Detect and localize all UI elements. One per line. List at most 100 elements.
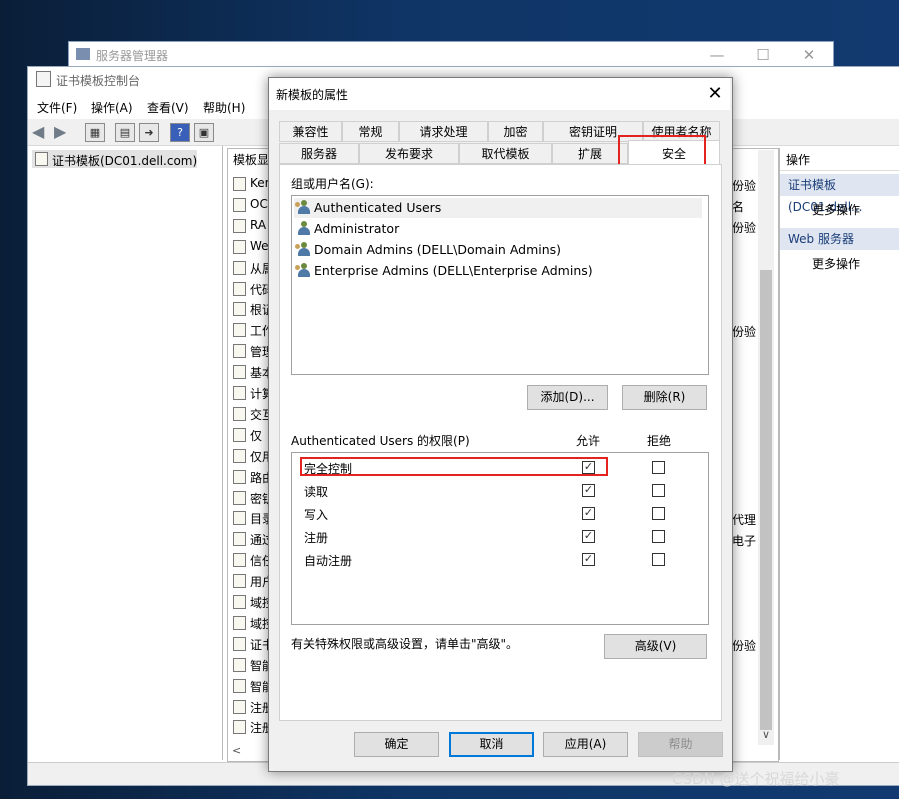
template-icon <box>233 239 246 254</box>
menu-help[interactable]: 帮助(H) <box>203 99 245 116</box>
tab-request-handling[interactable]: 请求处理 <box>399 121 488 142</box>
template-icon <box>233 218 246 233</box>
template-purpose-cell: 名 <box>732 199 745 214</box>
template-icon <box>233 490 246 505</box>
forward-arrow-icon[interactable]: ▶ <box>54 122 66 141</box>
template-icon <box>233 323 246 338</box>
apply-button[interactable]: 应用(A) <box>543 732 628 757</box>
deny-checkbox[interactable] <box>652 553 665 566</box>
template-icon <box>233 197 246 212</box>
template-icon <box>233 260 246 275</box>
deny-checkbox[interactable] <box>652 530 665 543</box>
template-icon <box>233 615 246 630</box>
tab-compatibility[interactable]: 兼容性 <box>279 121 342 142</box>
ok-button[interactable]: 确定 <box>354 732 439 757</box>
tab-issuance-requirements[interactable]: 发布要求 <box>359 143 459 164</box>
template-row[interactable]: OC <box>250 197 268 211</box>
user-list-item[interactable]: Enterprise Admins (DELL\Enterprise Admin… <box>295 261 593 281</box>
template-icon <box>233 636 246 651</box>
tab-server[interactable]: 服务器 <box>279 143 359 164</box>
user-name: Administrator <box>314 221 400 236</box>
menu-file[interactable]: 文件(F) <box>37 99 77 116</box>
more-actions-link[interactable]: 更多操作 <box>812 201 860 218</box>
minimize-button[interactable]: — <box>694 41 740 69</box>
permission-name: 注册 <box>304 531 329 545</box>
permissions-list <box>291 452 709 625</box>
actions-section-templates[interactable]: 证书模板(DC01.dell... <box>780 174 899 214</box>
group-icon <box>295 263 311 277</box>
allow-checkbox[interactable]: ✓ <box>582 507 595 520</box>
tree-root-label: 证书模板(DC01.dell.com) <box>52 154 198 168</box>
menu-view[interactable]: 查看(V) <box>147 99 189 116</box>
server-manager-icon <box>76 48 90 60</box>
actions-header: 操作 <box>780 150 899 171</box>
user-name: Authenticated Users <box>314 200 442 215</box>
deny-checkbox[interactable] <box>652 507 665 520</box>
more-actions-link[interactable]: 更多操作 <box>812 255 860 272</box>
tree-pane <box>28 146 223 760</box>
template-purpose-cell: 份验 <box>732 638 757 653</box>
template-row[interactable]: We <box>250 239 269 253</box>
groups-label: 组或用户名(G): <box>291 177 374 191</box>
cancel-button[interactable]: 取消 <box>449 732 534 757</box>
back-arrow-icon[interactable]: ◀ <box>32 122 44 141</box>
show-tree-icon[interactable]: ▦ <box>85 123 105 142</box>
highlight-full-control <box>300 457 608 476</box>
user-list-item[interactable]: Authenticated Users <box>294 198 702 218</box>
tab-superseded-templates[interactable]: 取代模板 <box>459 143 552 164</box>
maximize-button[interactable]: ☐ <box>740 41 786 69</box>
tab-cryptography[interactable]: 加密 <box>488 121 543 142</box>
scroll-left-icon[interactable]: < <box>232 744 241 757</box>
properties-icon[interactable]: ▤ <box>115 123 135 142</box>
allow-checkbox[interactable]: ✓ <box>582 530 595 543</box>
remove-button[interactable]: 删除(R) <box>622 385 707 410</box>
permissions-label: Authenticated Users 的权限(P) <box>291 434 470 448</box>
template-icon <box>233 511 246 526</box>
advanced-button[interactable]: 高级(V) <box>604 634 707 659</box>
template-row[interactable]: Ker <box>250 176 270 190</box>
deny-checkbox[interactable] <box>652 484 665 497</box>
actions-section-web-server[interactable]: Web 服务器 <box>780 228 899 250</box>
tab-extensions[interactable]: 扩展 <box>552 143 628 164</box>
template-icon <box>233 720 246 735</box>
template-icon <box>233 448 246 463</box>
console-title: 证书模板控制台 <box>56 74 141 88</box>
allow-header: 允许 <box>576 434 601 448</box>
group-icon <box>295 242 311 256</box>
scrollbar-thumb[interactable] <box>760 270 772 730</box>
template-icon <box>233 574 246 589</box>
template-purpose-cell: 份验 <box>732 179 757 193</box>
template-icon <box>233 365 246 380</box>
permission-name: 读取 <box>304 485 329 499</box>
help-button[interactable]: 帮助 <box>638 732 723 757</box>
add-button[interactable]: 添加(D)... <box>527 385 608 410</box>
template-icon <box>233 657 246 672</box>
template-icon <box>233 386 246 400</box>
menu-action[interactable]: 操作(A) <box>91 99 133 116</box>
user-list-item[interactable]: Administrator <box>297 219 399 239</box>
template-row[interactable]: RA <box>250 218 266 232</box>
export-icon[interactable]: ➜ <box>139 123 159 142</box>
template-icon <box>233 302 246 317</box>
template-icon <box>233 553 246 568</box>
group-icon <box>295 200 311 214</box>
allow-checkbox[interactable]: ✓ <box>582 484 595 497</box>
template-icon <box>233 177 246 191</box>
action-pane-icon[interactable]: ▣ <box>194 123 214 142</box>
permission-name: 写入 <box>304 508 329 522</box>
template-icon <box>233 469 246 484</box>
permission-name: 自动注册 <box>304 554 353 568</box>
advanced-hint: 有关特殊权限或高级设置，请单击"高级"。 <box>291 637 519 651</box>
template-icon <box>233 678 246 693</box>
deny-checkbox[interactable] <box>652 461 665 474</box>
scroll-down-icon[interactable]: ∨ <box>762 728 770 741</box>
tab-general[interactable]: 常规 <box>342 121 399 142</box>
allow-checkbox[interactable]: ✓ <box>582 553 595 566</box>
help-icon[interactable]: ? <box>170 123 190 142</box>
close-button[interactable]: ✕ <box>786 41 832 69</box>
dialog-close-icon[interactable]: ✕ <box>700 80 730 108</box>
template-icon <box>233 595 246 609</box>
template-row[interactable]: 仅 <box>250 427 262 444</box>
template-icon <box>233 344 246 359</box>
user-list-item[interactable]: Domain Admins (DELL\Domain Admins) <box>295 240 561 260</box>
